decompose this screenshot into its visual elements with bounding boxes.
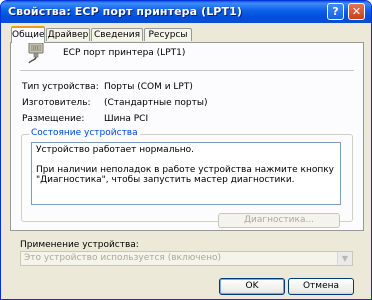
manufacturer-value: (Стандартные порты) [104, 98, 208, 108]
cancel-button[interactable]: Отмена [288, 278, 354, 295]
location-value: Шина PCI [104, 114, 149, 124]
port-connector-icon [28, 42, 44, 64]
close-icon: ✕ [351, 5, 362, 18]
tab-general[interactable]: Общие [11, 26, 45, 43]
tab-details[interactable]: Сведения [91, 28, 143, 41]
diagnostics-button[interactable]: Диагностика... [218, 213, 340, 228]
tab-resources[interactable]: Ресурсы [144, 28, 192, 41]
ok-button[interactable]: OK [219, 278, 285, 295]
status-line-help: При наличии неполадок в работе устройств… [36, 165, 334, 185]
manufacturer-label: Изготовитель: [22, 98, 91, 108]
device-status-text[interactable]: Устройство работает нормально. При налич… [31, 142, 341, 205]
device-name: ECP порт принтера (LPT1) [63, 48, 186, 58]
device-type-label: Тип устройства: [22, 82, 99, 92]
title-bar[interactable]: Свойства: ECP порт принтера (LPT1) ? ✕ [1, 1, 371, 23]
status-line-ok: Устройство работает нормально. [36, 145, 195, 155]
device-type-value: Порты (COM и LPT) [104, 82, 193, 92]
device-usage-select[interactable]: Это устройство используется (включено) ▼ [20, 251, 353, 266]
window-title: Свойства: ECP порт принтера (LPT1) [8, 5, 242, 18]
divider [20, 70, 354, 71]
device-usage-value: Это устройство используется (включено) [24, 253, 222, 263]
tab-driver[interactable]: Драйвер [46, 28, 90, 41]
close-button[interactable]: ✕ [348, 3, 365, 20]
chevron-down-icon[interactable]: ▼ [337, 252, 352, 265]
device-status-title: Состояние устройства [29, 128, 140, 138]
properties-dialog: Свойства: ECP порт принтера (LPT1) ? ✕ О… [0, 0, 372, 300]
help-button[interactable]: ? [327, 3, 344, 20]
location-label: Размещение: [22, 114, 85, 124]
device-usage-label: Применение устройства: [20, 240, 139, 250]
help-icon: ? [332, 5, 339, 18]
